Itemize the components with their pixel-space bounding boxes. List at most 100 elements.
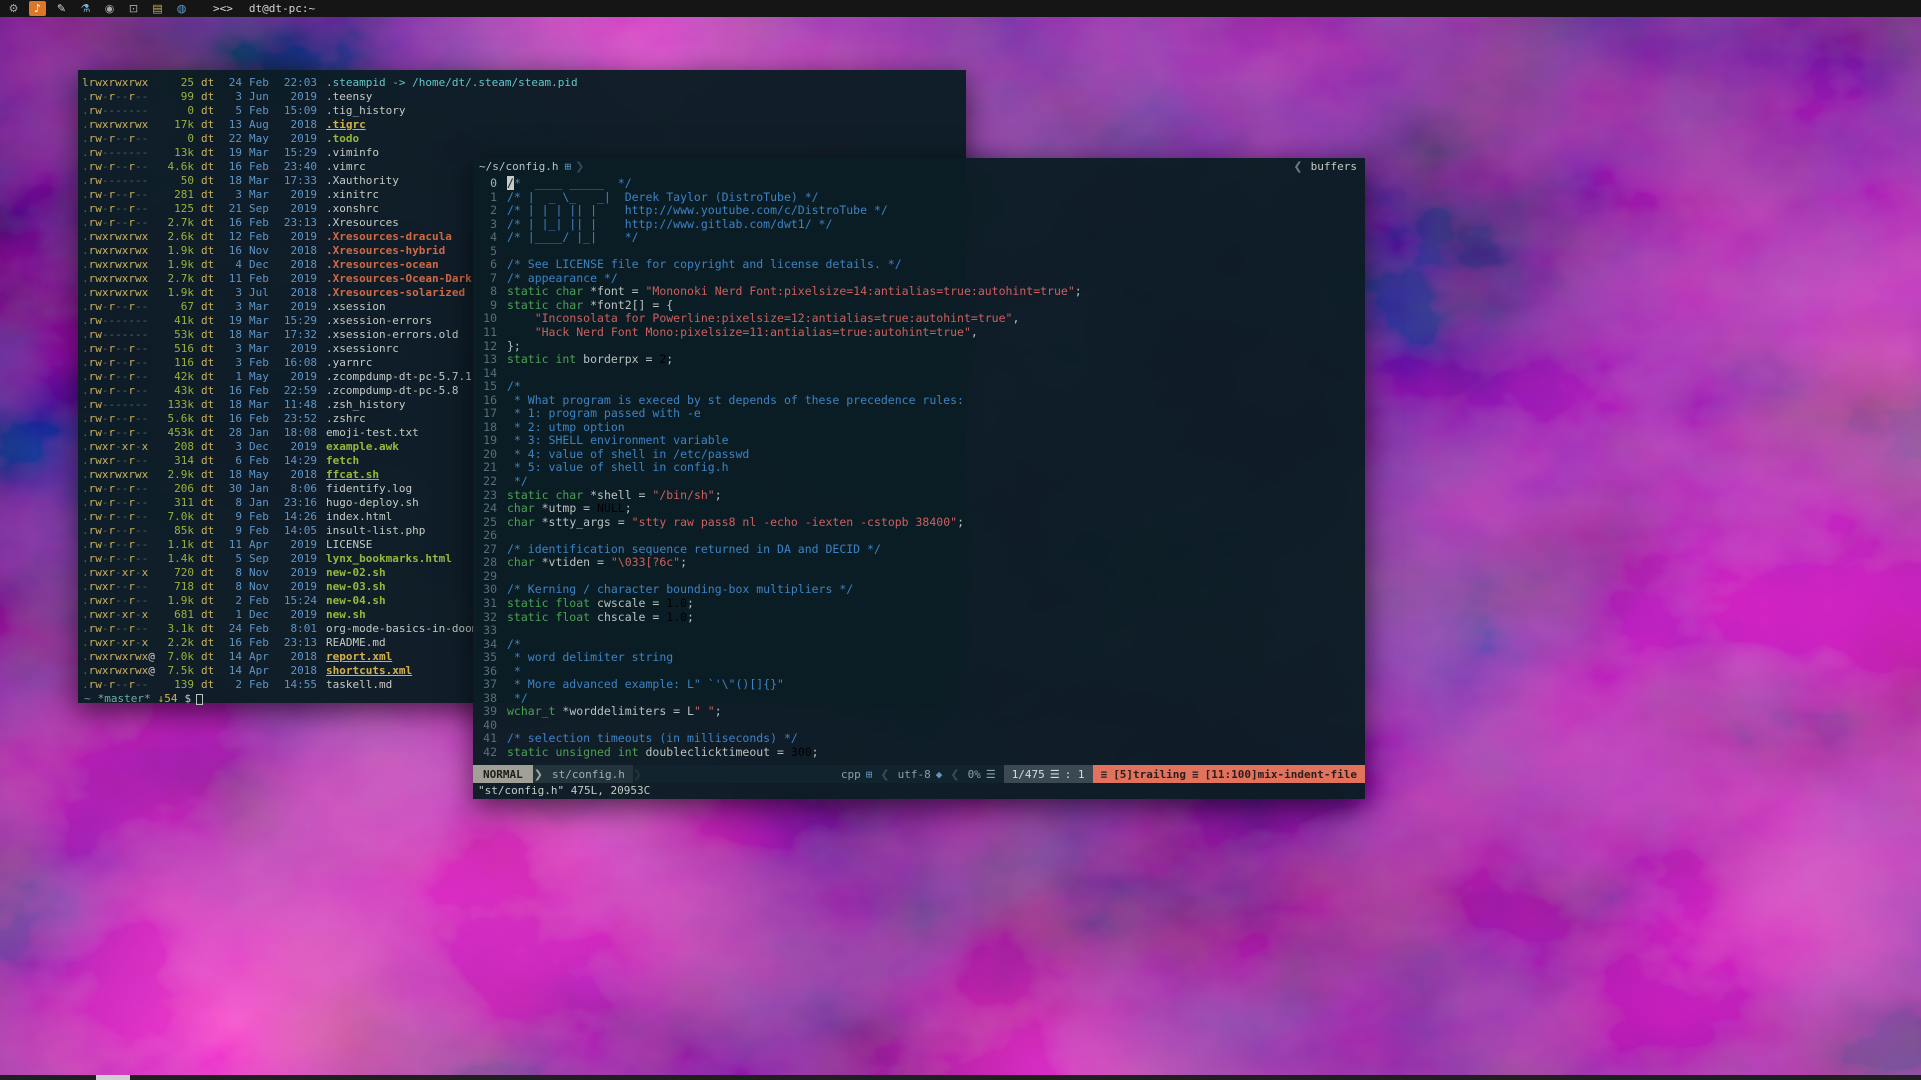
- file-date-time: 2019: [277, 300, 317, 314]
- line-number: 17: [473, 407, 497, 421]
- line-content: /* identification sequence returned in D…: [507, 543, 881, 557]
- file-name: report.xml: [326, 650, 392, 664]
- editor-line[interactable]: 5: [473, 245, 1365, 259]
- file-date-month: Dec: [249, 258, 277, 272]
- file-date-month: Sep: [249, 202, 277, 216]
- bottom-bar-thumb[interactable]: [96, 1075, 130, 1080]
- editor-line[interactable]: 22 */: [473, 475, 1365, 489]
- file-owner: dt: [201, 622, 219, 636]
- file-owner: dt: [201, 482, 219, 496]
- file-date-month: Mar: [249, 174, 277, 188]
- file-owner: dt: [201, 650, 219, 664]
- file-owner: dt: [201, 496, 219, 510]
- editor-line[interactable]: 19 * 3: SHELL environment variable: [473, 434, 1365, 448]
- file-name: .Xresources-solarized: [326, 286, 465, 300]
- file-date-day: 3: [224, 90, 242, 104]
- editor-line[interactable]: 33: [473, 624, 1365, 638]
- editor-line[interactable]: 36 *: [473, 665, 1365, 679]
- file-date-time: 2019: [277, 272, 317, 286]
- editor-line[interactable]: 20 * 4: value of shell in /etc/passwd: [473, 448, 1365, 462]
- buffer-tab[interactable]: ~/s/config.h ⊞: [479, 160, 571, 173]
- line-content: /* |____/ |_| */: [507, 231, 639, 245]
- layout-indicator[interactable]: ><>: [213, 2, 233, 15]
- editor-line[interactable]: 0 /* ____ _____ */: [473, 177, 1365, 191]
- editor-line[interactable]: 2 /* | | | || | http://www.youtube.com/c…: [473, 204, 1365, 218]
- editor-line[interactable]: 7 /* appearance */: [473, 272, 1365, 286]
- editor-line[interactable]: 32 static float chscale = 1.0;: [473, 611, 1365, 625]
- music-app-icon[interactable]: ♪: [29, 1, 46, 16]
- editor-line[interactable]: 35 * word delimiter string: [473, 651, 1365, 665]
- file-name: .Xauthority: [326, 174, 399, 188]
- editor-line[interactable]: 1 /* | _ \_ _| Derek Taylor (DistroTube)…: [473, 191, 1365, 205]
- editor-line[interactable]: 39 wchar_t *worddelimiters = L" ";: [473, 705, 1365, 719]
- editor-line[interactable]: 12 };: [473, 340, 1365, 354]
- editor-line[interactable]: 38 */: [473, 692, 1365, 706]
- file-date-month: Mar: [249, 314, 277, 328]
- file-name: org-mode-basics-in-doom-e: [326, 622, 492, 636]
- editor-line[interactable]: 28 char *vtiden = "\033[?6c";: [473, 556, 1365, 570]
- editor-line[interactable]: 4 /* |____/ |_| */: [473, 231, 1365, 245]
- editor-line[interactable]: 26: [473, 529, 1365, 543]
- file-date-month: Jan: [249, 426, 277, 440]
- file-owner: dt: [201, 608, 219, 622]
- editor-line[interactable]: 3 /* | |_| || | http://www.gitlab.com/dw…: [473, 218, 1365, 232]
- science-app-icon[interactable]: ⚗: [77, 1, 94, 16]
- file-size: 7.0k: [158, 510, 194, 524]
- editor-line[interactable]: 9 static char *font2[] = {: [473, 299, 1365, 313]
- editor-line[interactable]: 24 char *utmp = NULL;: [473, 502, 1365, 516]
- bottom-edge-bar[interactable]: [0, 1075, 1921, 1080]
- file-size: 7.5k: [158, 664, 194, 678]
- editor-line[interactable]: 37 * More advanced example: L" `'\"()[]{…: [473, 678, 1365, 692]
- editor-line[interactable]: 31 static float cwscale = 1.0;: [473, 597, 1365, 611]
- line-content: * 2: utmp option: [507, 421, 625, 435]
- editor-line[interactable]: 10 "Inconsolata for Powerline:pixelsize=…: [473, 312, 1365, 326]
- editor-line[interactable]: 21 * 5: value of shell in config.h: [473, 461, 1365, 475]
- monitor-icon[interactable]: ⊡: [125, 1, 142, 16]
- editor-line[interactable]: 17 * 1: program passed with -e: [473, 407, 1365, 421]
- editor-line[interactable]: 40: [473, 719, 1365, 733]
- file-date-time: 8:01: [277, 622, 317, 636]
- line-number: 4: [473, 231, 497, 245]
- vim-editor-window[interactable]: ~/s/config.h ⊞ ❯ ❮ buffers 0 /* ____ ___…: [473, 158, 1365, 799]
- editor-line[interactable]: 16 * What program is execed by st depend…: [473, 394, 1365, 408]
- file-owner: dt: [201, 426, 219, 440]
- editor-line[interactable]: 42 static unsigned int doubleclicktimeou…: [473, 746, 1365, 760]
- camera-icon[interactable]: ◉: [101, 1, 118, 16]
- settings-icon[interactable]: ⚙: [5, 1, 22, 16]
- file-date-day: 3: [224, 286, 242, 300]
- editor-line[interactable]: 18 * 2: utmp option: [473, 421, 1365, 435]
- browser-icon[interactable]: ◍: [173, 1, 190, 16]
- editor-line[interactable]: 6 /* See LICENSE file for copyright and …: [473, 258, 1365, 272]
- file-date-month: Dec: [249, 440, 277, 454]
- editor-line[interactable]: 13 static int borderpx = 2;: [473, 353, 1365, 367]
- editor-buffer[interactable]: 0 /* ____ _____ */ 1 /* | _ \_ _| Derek …: [473, 175, 1365, 765]
- editor-line[interactable]: 34 /*: [473, 638, 1365, 652]
- editor-line[interactable]: 41 /* selection timeouts (in millisecond…: [473, 732, 1365, 746]
- file-size: 1.4k: [158, 552, 194, 566]
- editor-line[interactable]: 25 char *stty_args = "stty raw pass8 nl …: [473, 516, 1365, 530]
- file-permissions: .rw-r--r--: [82, 678, 158, 692]
- file-owner: dt: [201, 244, 219, 258]
- file-date-day: 11: [224, 272, 242, 286]
- editor-line[interactable]: 30 /* Kerning / character bounding-box m…: [473, 583, 1365, 597]
- folder-icon[interactable]: ▤: [149, 1, 166, 16]
- editor-line[interactable]: 29: [473, 570, 1365, 584]
- editor-line[interactable]: 8 static char *font = "Mononoki Nerd Fon…: [473, 285, 1365, 299]
- line-number: 40: [473, 719, 497, 733]
- file-owner: dt: [201, 370, 219, 384]
- buffers-label[interactable]: buffers: [1311, 160, 1357, 173]
- prompt-behind-count: ↓54: [158, 692, 178, 706]
- file-date-month: Feb: [249, 454, 277, 468]
- editor-line[interactable]: 23 static char *shell = "/bin/sh";: [473, 489, 1365, 503]
- editor-line[interactable]: 14: [473, 367, 1365, 381]
- editor-line[interactable]: 27 /* identification sequence returned i…: [473, 543, 1365, 557]
- editor-line[interactable]: 15 /*: [473, 380, 1365, 394]
- file-owner: dt: [201, 384, 219, 398]
- file-size: 718: [158, 580, 194, 594]
- file-name: .tigrc: [326, 118, 366, 132]
- file-name: .xonshrc: [326, 202, 379, 216]
- file-date-time: 2019: [277, 538, 317, 552]
- file-date-time: 8:06: [277, 482, 317, 496]
- editor-line[interactable]: 11 "Hack Nerd Font Mono:pixelsize=11:ant…: [473, 326, 1365, 340]
- pencil-icon[interactable]: ✎: [53, 1, 70, 16]
